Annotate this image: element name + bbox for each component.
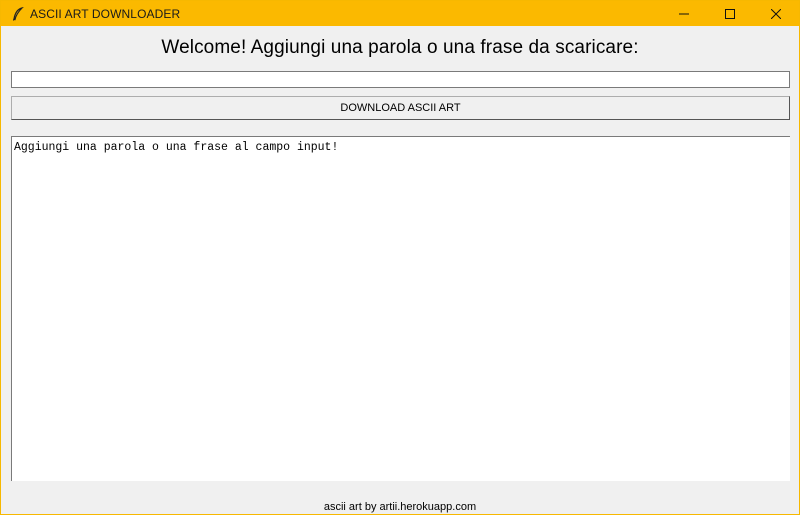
credit-footer: ascii art by artii.herokuapp.com	[323, 501, 477, 513]
page-heading: Welcome! Aggiungi una parola o una frase…	[161, 37, 639, 58]
feather-icon	[8, 1, 28, 26]
app-window: ASCII ART DOWNLOADER Welcome! Aggiungi u…	[0, 0, 800, 515]
title-bar[interactable]: ASCII ART DOWNLOADER	[1, 1, 799, 26]
window-title: ASCII ART DOWNLOADER	[30, 6, 181, 21]
maximize-icon	[725, 8, 735, 19]
ascii-output-textarea[interactable]: Aggiungi una parola o una frase al campo…	[11, 136, 790, 481]
download-ascii-art-button[interactable]: DOWNLOAD ASCII ART	[11, 96, 790, 120]
close-icon	[771, 8, 781, 19]
minimize-button[interactable]	[661, 1, 707, 26]
maximize-button[interactable]	[707, 1, 753, 26]
minimize-icon	[679, 13, 689, 14]
window-controls	[661, 1, 799, 26]
close-button[interactable]	[753, 1, 799, 26]
phrase-input[interactable]	[11, 71, 790, 88]
